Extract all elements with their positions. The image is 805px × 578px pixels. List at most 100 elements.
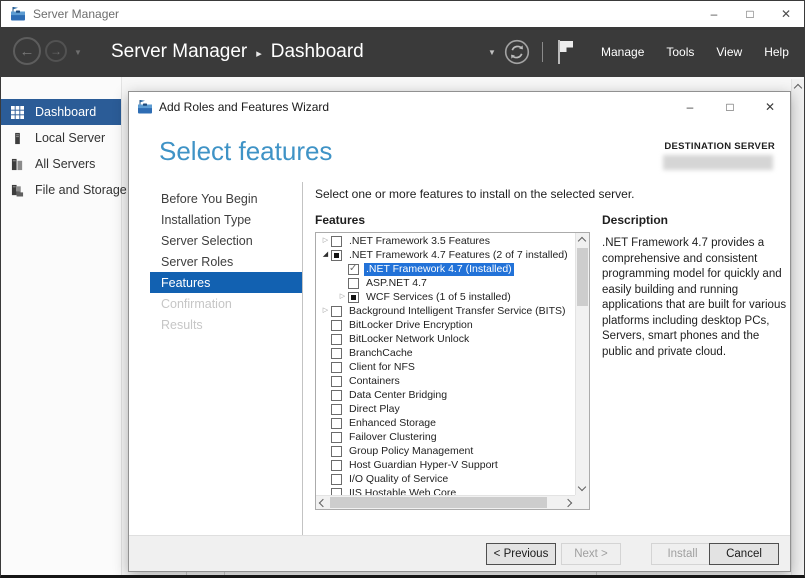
feature-row[interactable]: Group Policy Management (316, 444, 575, 458)
description-text: .NET Framework 4.7 provides a comprehens… (602, 236, 788, 360)
scrollbar-thumb[interactable] (330, 497, 547, 508)
scrollbar-corner (575, 495, 589, 509)
back-icon: ← (13, 37, 41, 65)
feature-label: Failover Clustering (347, 431, 439, 444)
tree-collapsed-icon[interactable]: ▷ (337, 290, 348, 304)
minimize-button[interactable]: – (696, 1, 732, 27)
feature-row[interactable]: IIS Hostable Web Core (316, 486, 575, 495)
sidebar-item-label: Local Server (35, 131, 105, 145)
feature-checkbox-unchecked[interactable] (331, 306, 342, 317)
forward-icon: → (45, 40, 67, 62)
menu-view[interactable]: View (716, 45, 742, 59)
feature-row[interactable]: Containers (316, 374, 575, 388)
feature-row[interactable]: BitLocker Drive Encryption (316, 318, 575, 332)
feature-checkbox-unchecked[interactable] (331, 376, 342, 387)
close-button[interactable]: ✕ (768, 1, 804, 27)
menu-manage[interactable]: Manage (601, 45, 644, 59)
feature-row[interactable]: Enhanced Storage (316, 416, 575, 430)
scroll-down-icon[interactable] (578, 483, 586, 491)
feature-row[interactable]: Failover Clustering (316, 430, 575, 444)
server-manager-icon (10, 6, 26, 22)
feature-checkbox-checked[interactable] (348, 264, 359, 275)
menu-help[interactable]: Help (764, 45, 789, 59)
wizard-step-label: Server Selection (161, 234, 253, 248)
maximize-button[interactable]: □ (732, 1, 768, 27)
feature-row[interactable]: .NET Framework 4.7 (Installed) (316, 262, 575, 276)
wizard-step-installation-type[interactable]: Installation Type (150, 209, 302, 230)
scrollbar-thumb[interactable] (577, 248, 588, 306)
window-title: Server Manager (33, 7, 119, 21)
feature-checkbox-unchecked[interactable] (348, 278, 359, 289)
feature-row[interactable]: Client for NFS (316, 360, 575, 374)
feature-checkbox-unchecked[interactable] (331, 404, 342, 415)
tree-collapsed-icon[interactable]: ▷ (320, 304, 331, 318)
install-button: Install (651, 543, 714, 565)
wizard-title: Add Roles and Features Wizard (159, 100, 329, 114)
cancel-button[interactable]: Cancel (709, 543, 779, 565)
feature-row[interactable]: ▷Background Intelligent Transfer Service… (316, 304, 575, 318)
tree-collapsed-icon[interactable]: ▷ (320, 234, 331, 248)
features-vertical-scrollbar[interactable] (575, 233, 589, 495)
notifications-flag-icon[interactable] (557, 39, 575, 70)
feature-label: IIS Hostable Web Core (347, 487, 458, 496)
feature-label: Host Guardian Hyper-V Support (347, 459, 500, 472)
refresh-icon[interactable] (504, 39, 530, 70)
feature-row[interactable]: ▷ .NET Framework 3.5 Features (316, 234, 575, 248)
feature-checkbox-unchecked[interactable] (331, 474, 342, 485)
menu-tools[interactable]: Tools (666, 45, 694, 59)
scroll-left-icon[interactable] (319, 499, 327, 507)
wizard-step-label: Installation Type (161, 213, 251, 227)
feature-label: Direct Play (347, 403, 402, 416)
feature-row[interactable]: ▷WCF Services (1 of 5 installed) (316, 290, 575, 304)
wizard-maximize-button[interactable]: □ (710, 92, 750, 121)
breadcrumb-caret-icon[interactable]: ▼ (488, 48, 496, 57)
feature-checkbox-unchecked[interactable] (331, 418, 342, 429)
feature-checkbox-unchecked[interactable] (331, 348, 342, 359)
feature-row[interactable]: I/O Quality of Service (316, 472, 575, 486)
feature-row[interactable]: BranchCache (316, 346, 575, 360)
feature-row[interactable]: Data Center Bridging (316, 388, 575, 402)
wizard-step-features[interactable]: Features (150, 272, 302, 293)
sidebar-item-local-server[interactable]: Local Server (1, 125, 121, 151)
feature-checkbox-unchecked[interactable] (331, 390, 342, 401)
wizard-step-before-you-begin[interactable]: Before You Begin (150, 188, 302, 209)
feature-checkbox-unchecked[interactable] (331, 460, 342, 471)
window-titlebar: Server Manager – □ ✕ (1, 1, 804, 27)
feature-checkbox-unchecked[interactable] (331, 362, 342, 373)
sidebar-item-all-servers[interactable]: All Servers (1, 151, 121, 177)
feature-row[interactable]: Host Guardian Hyper-V Support (316, 458, 575, 472)
sidebar: Dashboard Local Server All Servers File and… (1, 77, 122, 575)
prev-button[interactable]: < Previous (486, 543, 556, 565)
wizard-close-button[interactable]: ✕ (750, 92, 790, 121)
feature-checkbox-unchecked[interactable] (331, 236, 342, 247)
feature-row[interactable]: Direct Play (316, 402, 575, 416)
scroll-right-icon[interactable] (564, 499, 572, 507)
scroll-up-icon[interactable] (578, 237, 586, 245)
features-horizontal-scrollbar[interactable] (316, 495, 575, 509)
wizard-step-server-roles[interactable]: Server Roles (150, 251, 302, 272)
feature-checkbox-unchecked[interactable] (331, 432, 342, 443)
tree-expanded-icon[interactable]: ◢ (320, 248, 331, 262)
feature-checkbox-unchecked[interactable] (331, 488, 342, 496)
features-list: ▷.NET Framework 3.5 Features◢.NET Framew… (315, 232, 590, 510)
feature-row[interactable]: ◢.NET Framework 4.7 Features (2 of 7 ins… (316, 248, 575, 262)
feature-row[interactable]: ASP.NET 4.7 (316, 276, 575, 290)
sidebar-item-file-and-storage-services[interactable]: File and Storage Services (1, 177, 121, 203)
feature-checkbox-unchecked[interactable] (331, 320, 342, 331)
feature-checkbox-unchecked[interactable] (331, 446, 342, 457)
wizard-step-server-selection[interactable]: Server Selection (150, 230, 302, 251)
wizard-icon (137, 99, 153, 115)
feature-label: .NET Framework 3.5 Features (347, 235, 492, 248)
wizard-step-label: Features (161, 276, 210, 290)
sidebar-item-label: All Servers (35, 157, 95, 171)
feature-checkbox-partial[interactable] (348, 292, 359, 303)
feature-checkbox-unchecked[interactable] (331, 334, 342, 345)
scroll-up-icon[interactable] (794, 84, 802, 92)
feature-checkbox-partial[interactable] (331, 250, 342, 261)
sidebar-item-dashboard[interactable]: Dashboard (1, 99, 121, 125)
feature-row[interactable]: BitLocker Network Unlock (316, 332, 575, 346)
main-scrollbar[interactable] (791, 79, 804, 575)
navigation-bar: ← → ▼ Server Manager ▸ Dashboard ▼ Manag… (1, 27, 804, 77)
breadcrumb-root[interactable]: Server Manager (111, 41, 247, 63)
wizard-minimize-button[interactable]: – (670, 92, 710, 121)
